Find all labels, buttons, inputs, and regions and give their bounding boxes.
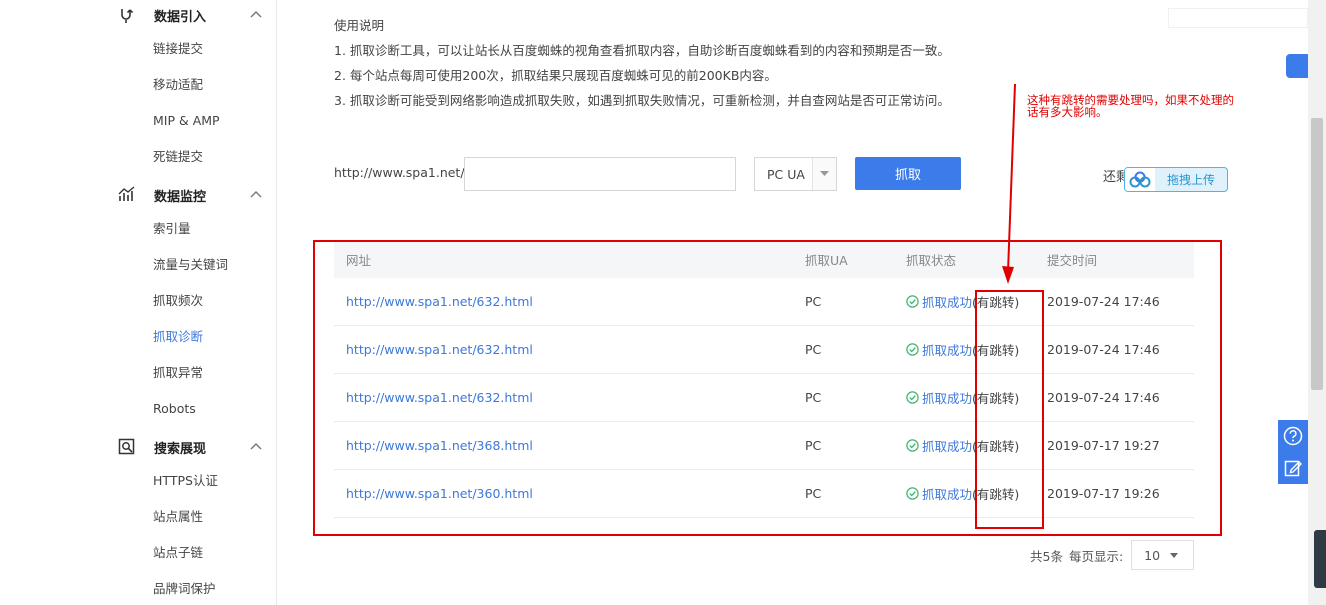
scrollbar-thumb[interactable] xyxy=(1311,118,1323,390)
sidebar-item-robots[interactable]: Robots xyxy=(153,399,196,419)
feedback-edit-icon[interactable] xyxy=(1283,458,1303,478)
annotation-arrow xyxy=(1002,83,1016,284)
pagination: 共5条 每页显示: 10 xyxy=(1030,540,1195,570)
help-icon[interactable] xyxy=(1283,426,1303,446)
usage-instructions: 使用说明 1. 抓取诊断工具，可以让站长从百度蜘蛛的视角查看抓取内容，自助诊断百… xyxy=(334,17,950,117)
vertical-scrollbar[interactable] xyxy=(1308,0,1326,605)
caret-down-icon xyxy=(1170,552,1179,558)
data-monitor-icon xyxy=(118,186,136,204)
sidebar-group-search-display[interactable]: 搜索展现 xyxy=(118,435,263,459)
sidebar-group-title: 搜索展现 xyxy=(154,441,207,457)
top-hint-box xyxy=(1168,8,1308,28)
sidebar-item-index[interactable]: 索引量 xyxy=(153,219,191,239)
chevron-up-icon xyxy=(249,188,263,202)
upload-label: 拖拽上传 xyxy=(1166,173,1215,187)
instructions-title: 使用说明 xyxy=(334,18,385,33)
sidebar-item-https[interactable]: HTTPS认证 xyxy=(153,471,218,491)
sidebar-item-crawl-errors[interactable]: 抓取异常 xyxy=(153,363,203,383)
page: 数据引入 链接提交 移动适配 MIP & AMP 死链提交 数据监控 索引量 流… xyxy=(0,0,1326,605)
url-prefix: http://www.spa1.net/ xyxy=(334,165,465,180)
caret-down-icon[interactable] xyxy=(812,158,836,190)
annotation-note: 这种有跳转的需要处理吗，如果不处理的话有多大影响。 xyxy=(1027,93,1234,119)
sidebar-item-mip-amp[interactable]: MIP & AMP xyxy=(153,111,220,131)
per-page-label: 每页显示: xyxy=(1068,548,1124,564)
sidebar-group-data-monitor[interactable]: 数据监控 xyxy=(118,183,263,207)
sidebar-item-crawl-diagnosis[interactable]: 抓取诊断 xyxy=(153,327,203,347)
sidebar-item-brand-protection[interactable]: 品牌词保护 xyxy=(153,579,216,599)
ua-select[interactable]: PC UA xyxy=(754,157,837,191)
search-display-icon xyxy=(118,438,136,456)
sidebar-item-sitelinks[interactable]: 站点子链 xyxy=(153,543,203,563)
fetch-button[interactable]: 抓取 xyxy=(855,157,961,190)
cloud-upload-icon xyxy=(1125,168,1155,191)
side-panel-tab[interactable] xyxy=(1314,530,1326,588)
drag-upload-widget[interactable]: 拖拽上传 xyxy=(1124,167,1228,192)
sidebar-group-data-import[interactable]: 数据引入 xyxy=(118,3,263,27)
chevron-up-icon xyxy=(249,440,263,454)
sidebar-item-traffic-keywords[interactable]: 流量与关键词 xyxy=(153,255,228,275)
sidebar-item-mobile-adapt[interactable]: 移动适配 xyxy=(153,75,203,95)
sidebar-group-title: 数据监控 xyxy=(154,189,207,205)
data-import-icon xyxy=(118,6,136,24)
sidebar-item-dead-link[interactable]: 死链提交 xyxy=(153,147,203,167)
instruction-line: 1. 抓取诊断工具，可以让站长从百度蜘蛛的视角查看抓取内容，自助诊断百度蜘蛛看到… xyxy=(334,43,950,58)
per-page-value: 10 xyxy=(1144,547,1161,563)
sidebar-item-crawl-frequency[interactable]: 抓取频次 xyxy=(153,291,203,311)
per-page-select[interactable]: 10 xyxy=(1131,540,1195,570)
sidebar-item-link-submit[interactable]: 链接提交 xyxy=(153,39,203,59)
instruction-line: 3. 抓取诊断可能受到网络影响造成抓取失败，如遇到抓取失败情况，可重新检测，并自… xyxy=(334,93,950,108)
sidebar: 数据引入 链接提交 移动适配 MIP & AMP 死链提交 数据监控 索引量 流… xyxy=(0,0,277,605)
ua-selected-value: PC UA xyxy=(767,166,805,182)
annotation-redirect-box xyxy=(975,290,1044,529)
instruction-line: 2. 每个站点每周可使用200次，抓取结果只展现百度蜘蛛可见的前200KB内容。 xyxy=(334,68,777,83)
annotation-outer-box xyxy=(313,240,1222,536)
sidebar-group-title: 数据引入 xyxy=(154,9,207,25)
floating-toolbar xyxy=(1278,420,1308,484)
sidebar-item-site-attributes[interactable]: 站点属性 xyxy=(153,507,203,527)
url-path-input[interactable] xyxy=(464,157,736,191)
side-toggle-tab[interactable] xyxy=(1286,54,1308,78)
total-count: 共5条 xyxy=(1030,548,1063,564)
chevron-up-icon xyxy=(249,8,263,22)
